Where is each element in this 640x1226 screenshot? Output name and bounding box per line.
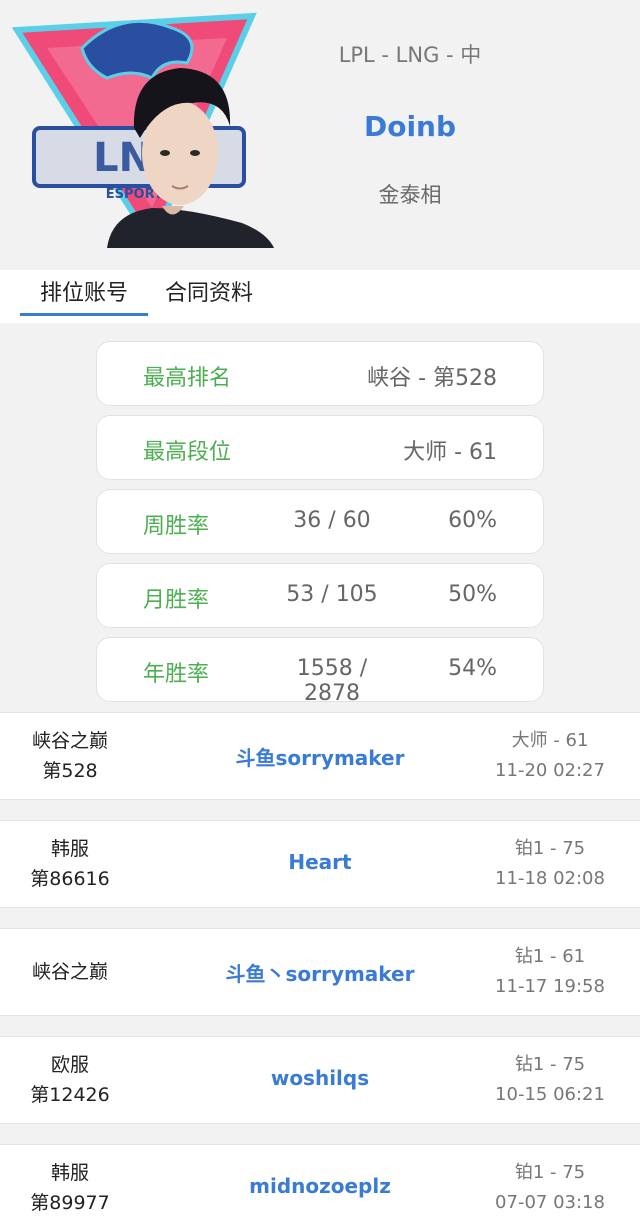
account-tier-date: 钻1 - 75 10-15 06:21	[480, 1050, 620, 1110]
account-tier-date: 大师 - 61 11-20 02:27	[480, 726, 620, 786]
account-server: 峡谷之巅	[31, 730, 108, 752]
account-rank: 第89977	[30, 1192, 110, 1214]
account-rank: 第86616	[30, 868, 110, 890]
account-server-rank: 韩服 第89977	[10, 1158, 130, 1218]
account-tier-date: 铂1 - 75 07-07 03:18	[480, 1158, 620, 1218]
account-server-rank: 欧服 第12426	[10, 1050, 130, 1110]
account-name[interactable]: midnozoeplz	[190, 1174, 450, 1198]
account-name[interactable]: Heart	[190, 850, 450, 874]
account-server: 韩服	[50, 838, 89, 860]
stat-label: 最高段位	[143, 440, 232, 465]
account-tier: 钻1 - 61	[514, 946, 586, 967]
account-server: 峡谷之巅	[31, 961, 108, 983]
account-name[interactable]: 斗鱼丶sorrymaker	[190, 958, 450, 987]
stat-record: 1558 / 2878	[296, 656, 368, 706]
account-date: 11-17 19:58	[495, 976, 605, 997]
account-tier: 铂1 - 75	[514, 838, 586, 859]
stat-card-highest-tier: 最高段位 大师 - 61	[96, 415, 544, 480]
player-real-name: 金泰相	[378, 183, 442, 207]
account-name[interactable]: 斗鱼sorrymaker	[190, 742, 450, 771]
stat-card-highest-rank: 最高排名 峡谷 - 第528	[96, 341, 544, 406]
player-league-team-role: LPL - LNG - 中	[338, 43, 482, 67]
stat-label: 最高排名	[143, 366, 232, 391]
account-tier-date: 铂1 - 75 11-18 02:08	[480, 834, 620, 894]
account-row[interactable]: 峡谷之巅 斗鱼丶sorrymaker 钻1 - 61 11-17 19:58	[0, 928, 640, 1016]
stat-label: 周胜率	[143, 514, 210, 539]
stat-label: 月胜率	[143, 588, 210, 613]
account-row[interactable]: 欧服 第12426 woshilqs 钻1 - 75 10-15 06:21	[0, 1036, 640, 1124]
account-row[interactable]: 韩服 第86616 Heart 铂1 - 75 11-18 02:08	[0, 820, 640, 908]
account-server-rank: 峡谷之巅	[10, 957, 130, 987]
account-tier-date: 钻1 - 61 11-17 19:58	[480, 942, 620, 1002]
account-date: 11-20 02:27	[495, 760, 605, 781]
stat-card-monthly-winrate: 月胜率 53 / 105 50%	[96, 563, 544, 628]
stat-record: 36 / 60	[293, 508, 371, 533]
account-tier: 大师 - 61	[511, 730, 589, 751]
account-row[interactable]: 峡谷之巅 第528 斗鱼sorrymaker 大师 - 61 11-20 02:…	[0, 712, 640, 800]
stat-value: 峡谷 - 第528	[367, 366, 497, 391]
tab-bar: 排位账号 合同资料	[0, 270, 640, 323]
account-date: 11-18 02:08	[495, 868, 605, 889]
tab-contract-info[interactable]: 合同资料	[165, 278, 253, 316]
account-date: 07-07 03:18	[495, 1192, 605, 1213]
tab-ranked-accounts[interactable]: 排位账号	[20, 278, 148, 316]
player-name: Doinb	[363, 110, 457, 143]
account-server: 欧服	[50, 1054, 89, 1076]
stat-card-yearly-winrate: 年胜率 1558 / 2878 54%	[96, 637, 544, 706]
stat-percent: 60%	[448, 508, 497, 533]
player-avatar: LNG ESPORTS	[12, 12, 274, 248]
stat-label: 年胜率	[143, 662, 210, 687]
player-header: LNG ESPORTS LPL - LNG - 中 Doinb 金泰相	[0, 0, 640, 270]
account-rank: 第12426	[30, 1084, 110, 1106]
stat-value: 大师 - 61	[403, 440, 497, 465]
player-meta: LPL - LNG - 中 Doinb 金泰相	[300, 40, 520, 209]
account-rank: 第528	[42, 760, 98, 782]
account-date: 10-15 06:21	[495, 1084, 605, 1105]
account-row[interactable]: 韩服 第89977 midnozoeplz 铂1 - 75 07-07 03:1…	[0, 1144, 640, 1226]
stat-card-weekly-winrate: 周胜率 36 / 60 60%	[96, 489, 544, 554]
account-tier: 铂1 - 75	[514, 1162, 586, 1183]
stat-percent: 50%	[448, 582, 497, 607]
account-server: 韩服	[50, 1162, 89, 1184]
account-name[interactable]: woshilqs	[190, 1066, 450, 1090]
account-tier: 钻1 - 75	[514, 1054, 586, 1075]
account-server-rank: 韩服 第86616	[10, 834, 130, 894]
account-server-rank: 峡谷之巅 第528	[10, 726, 130, 786]
stat-percent: 54%	[448, 656, 497, 681]
stat-record: 53 / 105	[286, 582, 378, 607]
